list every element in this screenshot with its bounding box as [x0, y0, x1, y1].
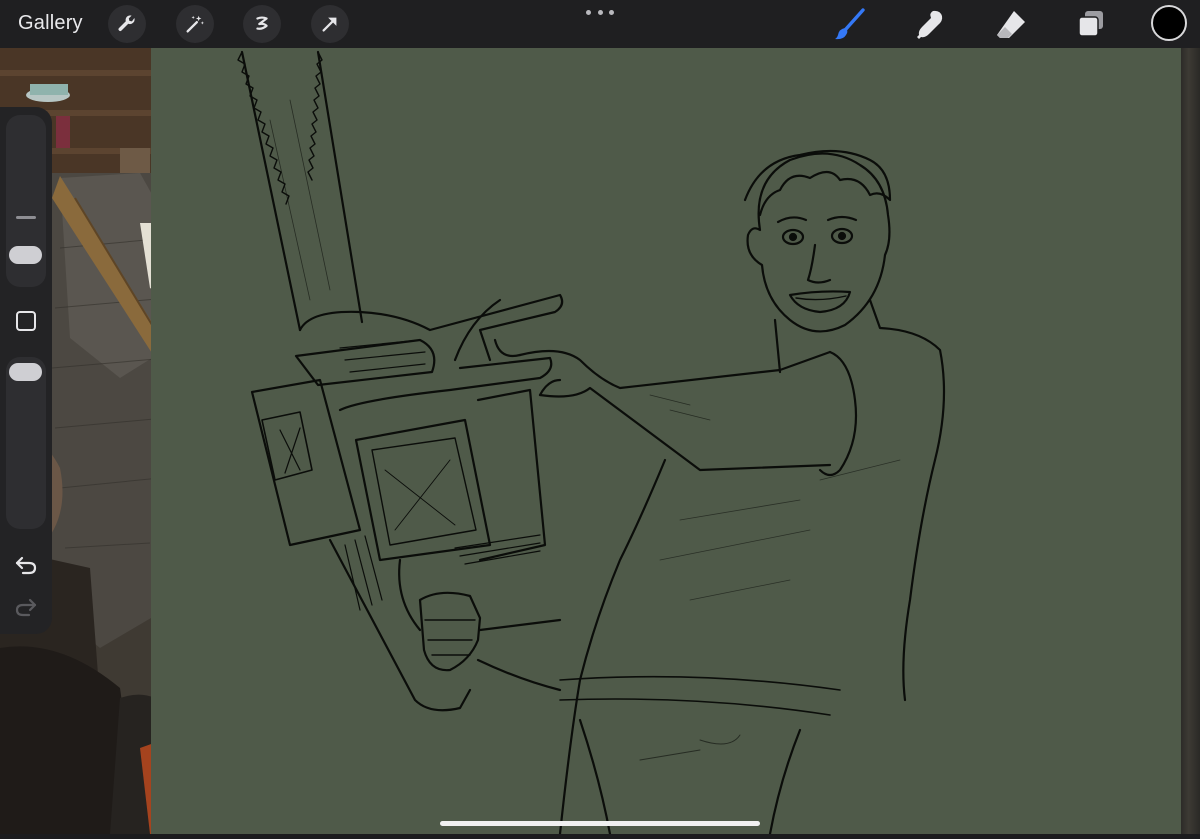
undo-icon [15, 556, 37, 575]
brush-opacity-slider-thumb[interactable] [9, 363, 42, 381]
background-strip [1181, 48, 1200, 834]
slider-tick [16, 216, 36, 219]
undo-button[interactable] [12, 551, 40, 579]
wrench-icon [118, 15, 135, 32]
redo-icon [15, 598, 37, 617]
dot-icon [586, 9, 591, 15]
top-toolbar: Gallery [0, 0, 1200, 48]
smudge-tool-button[interactable] [912, 6, 948, 42]
layers-button[interactable] [1073, 6, 1109, 42]
actions-button[interactable] [108, 5, 146, 43]
transform-button[interactable] [311, 5, 349, 43]
transform-arrow-icon [322, 17, 337, 32]
smudge-icon [917, 10, 943, 39]
dot-icon [609, 9, 614, 15]
eraser-tool-button[interactable] [993, 6, 1029, 42]
drawing-canvas[interactable] [151, 48, 1181, 836]
brush-icon [835, 8, 865, 40]
color-picker-button[interactable] [1151, 5, 1187, 41]
brush-tool-button[interactable] [832, 6, 868, 42]
modify-square-icon [16, 311, 36, 331]
brush-size-slider-thumb[interactable] [9, 246, 42, 264]
adjustments-button[interactable] [176, 5, 214, 43]
home-indicator[interactable] [440, 821, 760, 826]
left-sidebar [0, 107, 52, 634]
gallery-button[interactable]: Gallery [18, 12, 83, 35]
selection-icon [256, 16, 268, 30]
eraser-icon [997, 11, 1025, 38]
dot-icon [597, 9, 603, 15]
layers-icon [1078, 11, 1103, 37]
brush-opacity-slider[interactable] [6, 357, 46, 529]
magic-wand-icon [186, 15, 204, 33]
more-options-button[interactable] [586, 6, 614, 18]
sketch-artwork [237, 50, 946, 836]
redo-button[interactable] [12, 593, 40, 621]
selection-button[interactable] [243, 5, 281, 43]
modify-button[interactable] [12, 307, 40, 335]
